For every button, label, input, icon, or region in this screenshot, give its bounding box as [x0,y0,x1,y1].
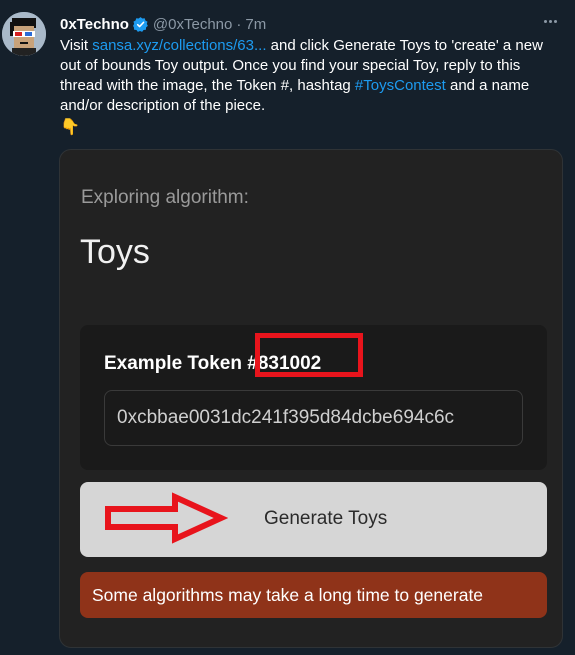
token-highlight-box [255,333,363,377]
verified-badge-icon [132,16,149,33]
warning-text: Some algorithms may take a long time to … [92,585,484,605]
embedded-screenshot[interactable]: Exploring algorithm: Toys Example Token … [59,149,563,648]
generate-toys-label: Generate Toys [264,508,388,529]
avatar[interactable] [2,12,46,56]
token-hash-field[interactable]: 0xcbbae0031dc241f395d84dcbe694c6c [104,390,523,446]
tweet-text-intro: Visit [60,37,93,54]
red-arrow-icon [105,492,228,544]
warning-banner: Some algorithms may take a long time to … [80,572,547,618]
token-hash-value: 0xcbbae0031dc241f395d84dcbe694c6c [117,407,455,428]
tweet-link[interactable]: sansa.xyz/collections/63... [92,37,266,54]
separator-dot: · [236,15,242,33]
handle[interactable]: @0xTechno [153,16,232,33]
exploring-label: Exploring algorithm: [81,187,249,208]
tweet-text: Visit sansa.xyz/collections/63... and cl… [60,36,560,116]
token-panel: Example Token #831002 0xcbbae0031dc241f3… [80,325,547,470]
timestamp[interactable]: 7m [245,16,266,33]
more-horizontal-icon[interactable] [539,12,561,30]
tweet: 0xTechno @0xTechno · 7m Visit sansa.xyz/… [0,0,575,655]
generate-toys-button[interactable]: Generate Toys [80,482,547,557]
display-name[interactable]: 0xTechno [60,16,129,33]
tweet-header: 0xTechno @0xTechno · 7m [60,14,266,34]
pointing-down-emoji-icon: 👇 [60,119,80,136]
algorithm-title: Toys [80,233,150,271]
hashtag-link[interactable]: #ToysContest [355,77,446,94]
